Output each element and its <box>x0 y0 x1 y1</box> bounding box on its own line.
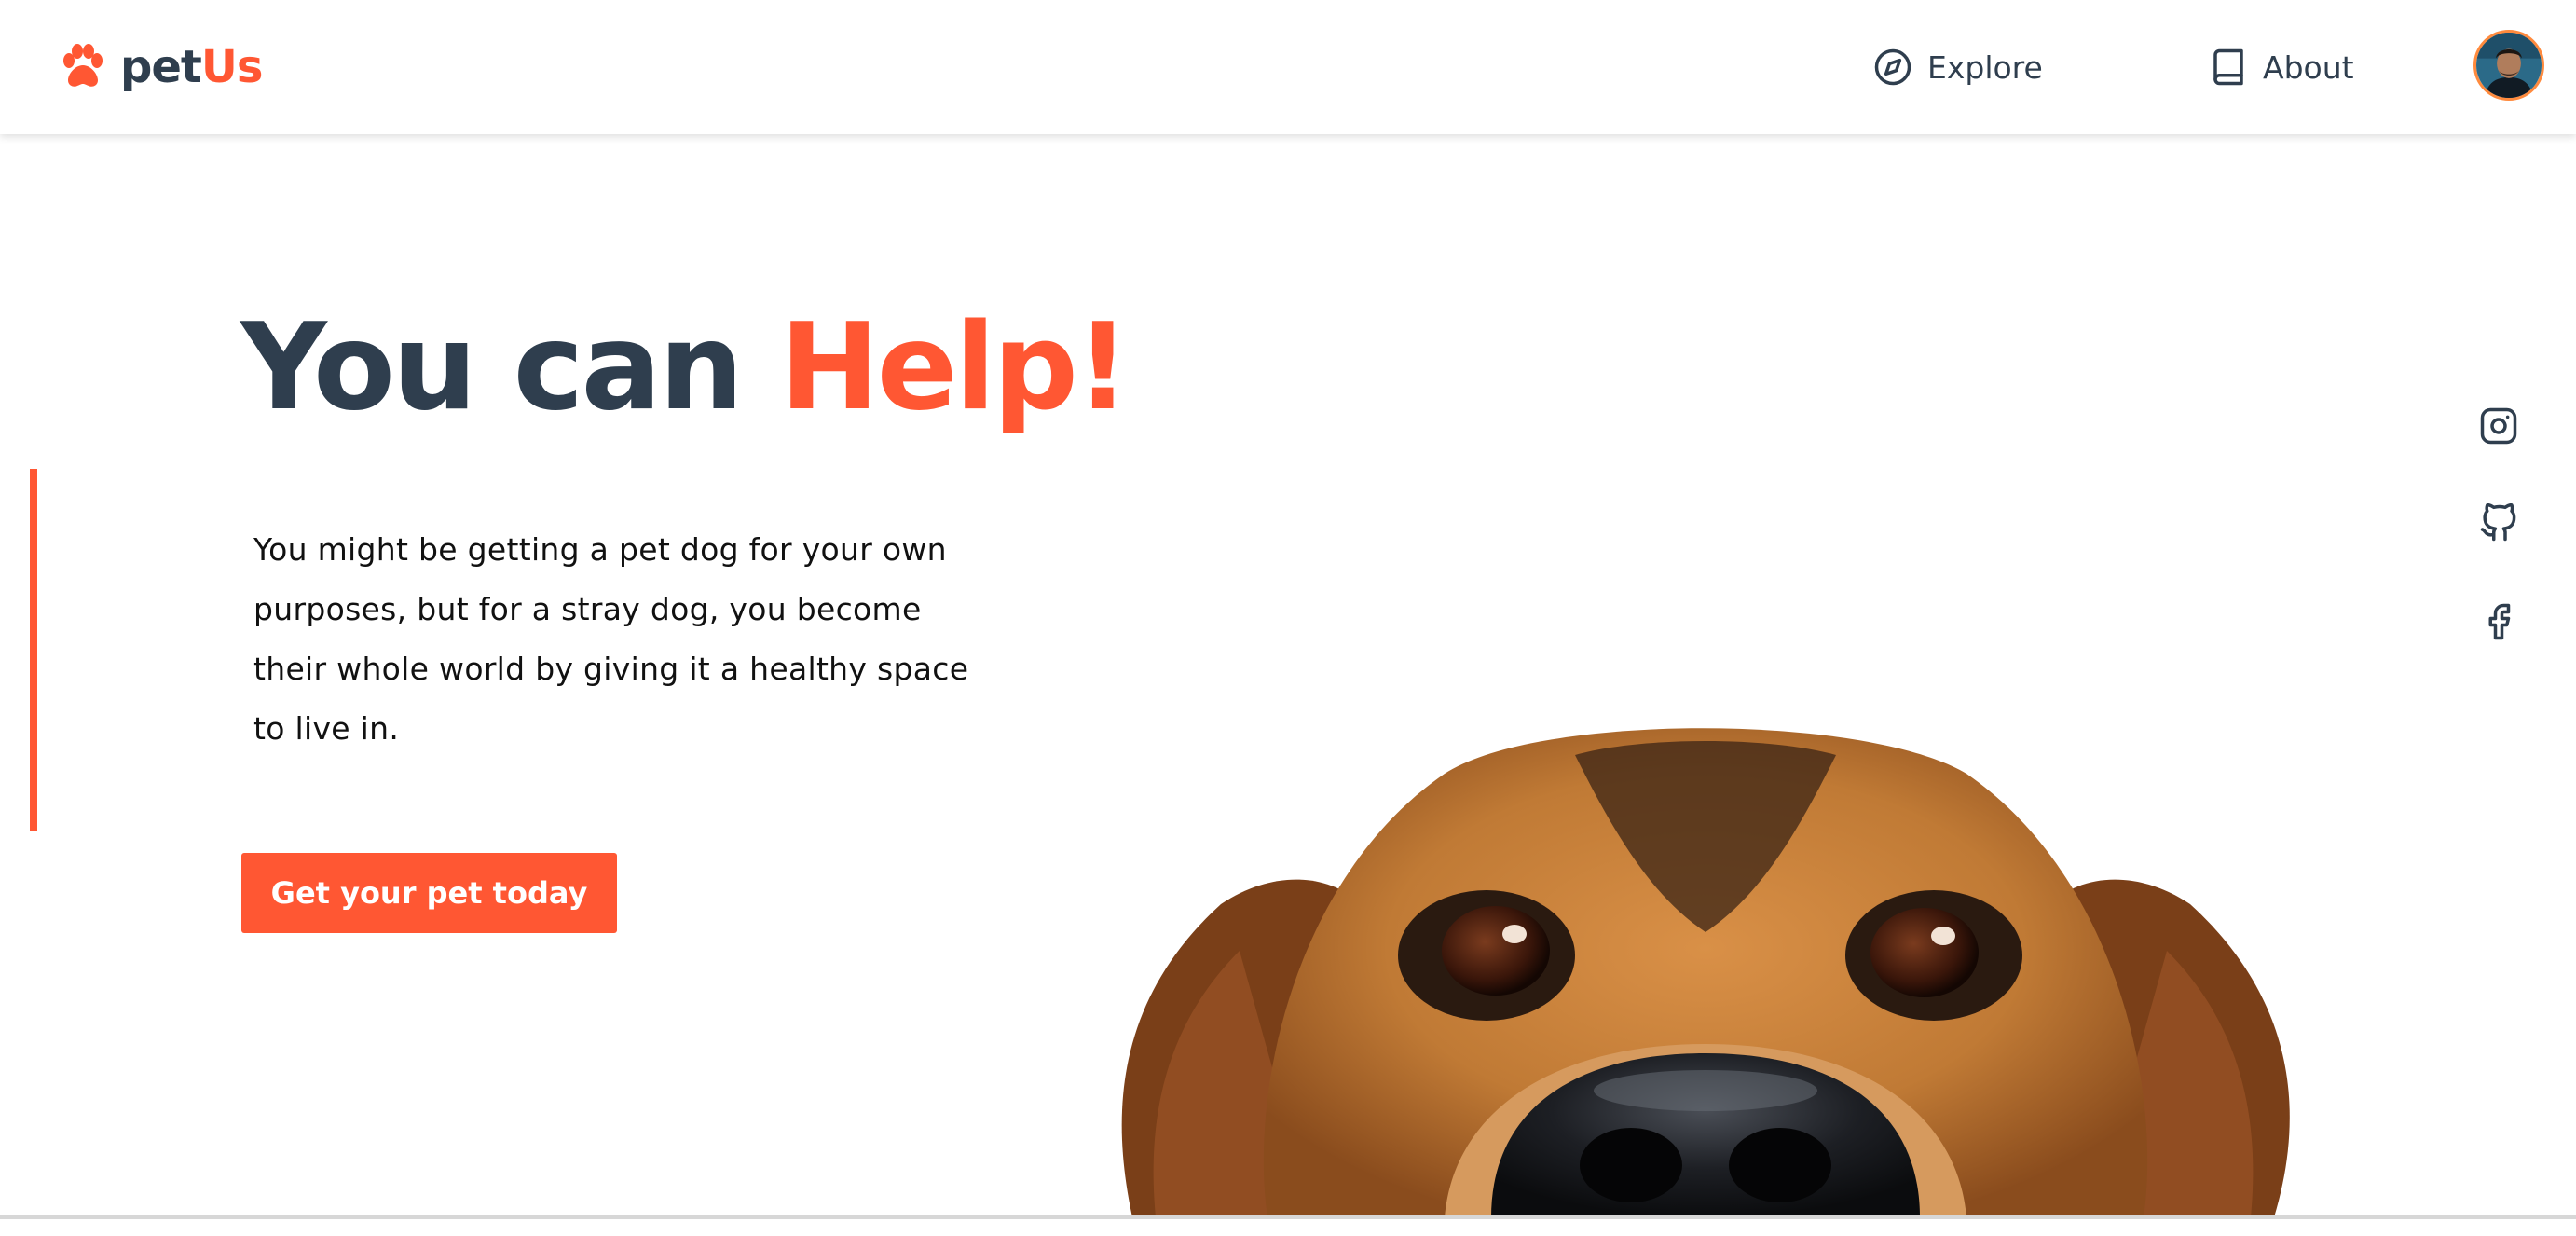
facebook-link[interactable] <box>2479 602 2518 641</box>
nav-about[interactable]: About <box>2209 45 2354 89</box>
accent-bar <box>30 469 37 831</box>
github-link[interactable] <box>2479 502 2518 542</box>
nav-explore[interactable]: Explore <box>1873 45 2043 89</box>
hero-description: You might be getting a pet dog for your … <box>253 531 969 747</box>
nav-explore-label: Explore <box>1927 48 2043 86</box>
headline-highlight: Help! <box>779 298 1130 437</box>
book-icon <box>2213 48 2243 86</box>
get-pet-button[interactable]: Get your pet today <box>241 853 617 933</box>
brand-name-second: Us <box>200 41 264 93</box>
brand-name-first: pet <box>120 41 202 93</box>
compass-icon <box>1874 48 1911 86</box>
nav-about-label: About <box>2263 48 2354 86</box>
github-icon <box>2480 502 2516 542</box>
avatar-image <box>2476 33 2542 98</box>
instagram-icon <box>2480 407 2517 445</box>
headline-text: You can <box>240 298 780 437</box>
top-navbar: petUs Explore About <box>0 0 2576 134</box>
instagram-link[interactable] <box>2479 406 2518 446</box>
dog-peeking-photo <box>1053 718 2349 1217</box>
brand-logo[interactable]: petUs <box>59 37 264 97</box>
facebook-icon <box>2488 603 2511 640</box>
hero-headline: You can Help! <box>240 298 1130 437</box>
user-avatar[interactable] <box>2473 30 2544 101</box>
page-bottom-divider <box>0 1215 2576 1219</box>
paw-icon <box>63 44 103 87</box>
